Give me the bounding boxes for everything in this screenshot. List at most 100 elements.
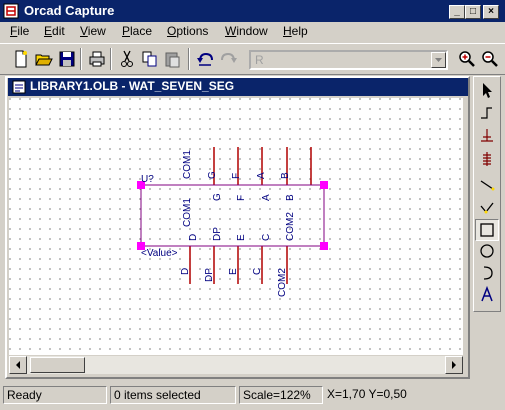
place-pin-tool[interactable] xyxy=(475,102,499,124)
close-button[interactable]: × xyxy=(483,5,499,19)
save-button[interactable] xyxy=(56,48,78,70)
document-icon xyxy=(12,80,26,94)
place-text-tool[interactable] xyxy=(475,284,499,306)
redo-button[interactable] xyxy=(218,48,240,70)
pin-label-bottom-3: E xyxy=(236,234,247,241)
pin-label-top-4: A xyxy=(261,194,272,201)
app-title: Orcad Capture xyxy=(24,3,115,18)
new-button[interactable] xyxy=(10,48,32,70)
pin-label-bottom-2: DP xyxy=(212,227,223,241)
place-rectangle-icon xyxy=(480,223,494,237)
paste-button[interactable] xyxy=(162,48,184,70)
pin-name-bottom-4: C xyxy=(252,268,263,275)
zoom-in-icon xyxy=(459,51,475,67)
scroll-left-button[interactable] xyxy=(9,356,27,374)
place-pin-array-icon xyxy=(481,129,493,142)
pin-label-bottom-1: D xyxy=(188,234,199,241)
selection-handle xyxy=(320,181,328,189)
pin-label-bottom-4: C xyxy=(261,234,272,241)
place-arc-tool[interactable] xyxy=(475,262,499,284)
place-polyline-tool[interactable] xyxy=(475,197,499,219)
select-tool[interactable] xyxy=(475,79,499,101)
place-pin-array-tool[interactable] xyxy=(475,125,499,147)
place-line-icon xyxy=(480,180,495,191)
open-icon xyxy=(35,54,53,66)
toolbar-separator xyxy=(188,48,190,70)
zoom-out-icon xyxy=(482,51,498,67)
combo-value: R xyxy=(255,53,264,67)
pin-name-top-2: G xyxy=(207,171,218,179)
chevron-right-icon xyxy=(452,361,456,369)
place-pin-icon xyxy=(481,107,492,119)
pin-label-bottom-5: COM2 xyxy=(285,212,296,241)
status-scale: Scale=122% xyxy=(239,386,323,404)
document-title-bar[interactable]: LIBRARY1.OLB - WAT_SEVEN_SEG xyxy=(8,78,468,96)
select-icon xyxy=(483,83,492,98)
status-coords: X=1,70 Y=0,50 xyxy=(327,387,407,401)
status-selection: 0 items selected xyxy=(110,386,236,404)
cut-button[interactable] xyxy=(116,48,138,70)
orcad-app-icon xyxy=(3,3,19,19)
part-graphic: U? <Value> COM1 G F A B COM1 G F A B D D… xyxy=(137,147,328,297)
pin-name-bottom-1: D xyxy=(180,268,191,275)
toolbar-separator xyxy=(80,48,82,70)
pin-name-bottom-2: DP xyxy=(204,268,215,282)
zoom-out-button[interactable] xyxy=(479,48,501,70)
undo-button[interactable] xyxy=(194,48,216,70)
open-button[interactable] xyxy=(33,48,55,70)
pin-label-top-2: G xyxy=(212,193,223,201)
menu-bar: File Edit View Place Options Window Help xyxy=(0,22,505,42)
save-icon xyxy=(59,51,75,67)
menu-view[interactable]: View xyxy=(80,24,106,38)
title-bar: Orcad Capture xyxy=(0,0,505,22)
part-body xyxy=(140,184,325,247)
drawing-canvas[interactable]: U? <Value> COM1 G F A B COM1 G F A B D D… xyxy=(9,98,463,355)
pin-label-top-1: COM1 xyxy=(182,198,193,227)
menu-place[interactable]: Place xyxy=(122,24,152,38)
pin-name-top-3: F xyxy=(231,173,242,179)
scroll-right-button[interactable] xyxy=(445,356,463,374)
menu-window[interactable]: Window xyxy=(225,24,268,38)
part-value: <Value> xyxy=(141,248,178,259)
minimize-button[interactable]: _ xyxy=(449,5,465,19)
copy-button[interactable] xyxy=(139,48,161,70)
menu-edit[interactable]: Edit xyxy=(44,24,65,38)
combo-dropdown-button[interactable] xyxy=(431,52,446,68)
place-text-icon xyxy=(481,285,493,302)
chevron-left-icon xyxy=(16,361,20,369)
copy-icon xyxy=(142,51,157,67)
pin-name-top-4: A xyxy=(256,172,267,179)
redo-icon xyxy=(221,52,237,63)
menu-file[interactable]: File xyxy=(10,24,29,38)
pin-name-bottom-3: E xyxy=(228,268,239,275)
place-ellipse-icon xyxy=(480,244,494,258)
place-arc-icon xyxy=(483,266,493,280)
chevron-down-icon xyxy=(435,58,442,62)
status-state: Ready xyxy=(3,386,107,404)
toolbar-separator xyxy=(110,48,112,70)
place-ieee-icon xyxy=(483,152,491,166)
part-reference: U? xyxy=(141,174,154,185)
status-bar: Ready 0 items selected Scale=122% X=1,70… xyxy=(0,384,505,406)
document-title: LIBRARY1.OLB - WAT_SEVEN_SEG xyxy=(30,79,235,93)
menu-help[interactable]: Help xyxy=(283,24,308,38)
place-ellipse-tool[interactable] xyxy=(475,240,499,262)
pin-name-bottom-5: COM2 xyxy=(277,268,288,297)
part-combo-box[interactable]: R xyxy=(249,50,448,70)
pin-label-top-5: B xyxy=(285,194,296,201)
pin-name-top-5: B xyxy=(280,172,291,179)
scroll-thumb[interactable] xyxy=(30,357,85,373)
selection-handle xyxy=(320,242,328,250)
zoom-in-button[interactable] xyxy=(456,48,478,70)
place-line-tool[interactable] xyxy=(475,174,499,196)
maximize-button[interactable]: □ xyxy=(465,5,481,19)
paste-icon xyxy=(165,52,180,68)
place-rectangle-tool[interactable] xyxy=(475,219,499,241)
print-icon xyxy=(89,51,105,67)
place-ieee-tool[interactable] xyxy=(475,148,499,170)
new-icon xyxy=(15,50,27,68)
pin-name-top-1: COM1 xyxy=(182,150,193,179)
menu-options[interactable]: Options xyxy=(167,24,208,38)
place-polyline-icon xyxy=(480,202,494,214)
print-button[interactable] xyxy=(86,48,108,70)
